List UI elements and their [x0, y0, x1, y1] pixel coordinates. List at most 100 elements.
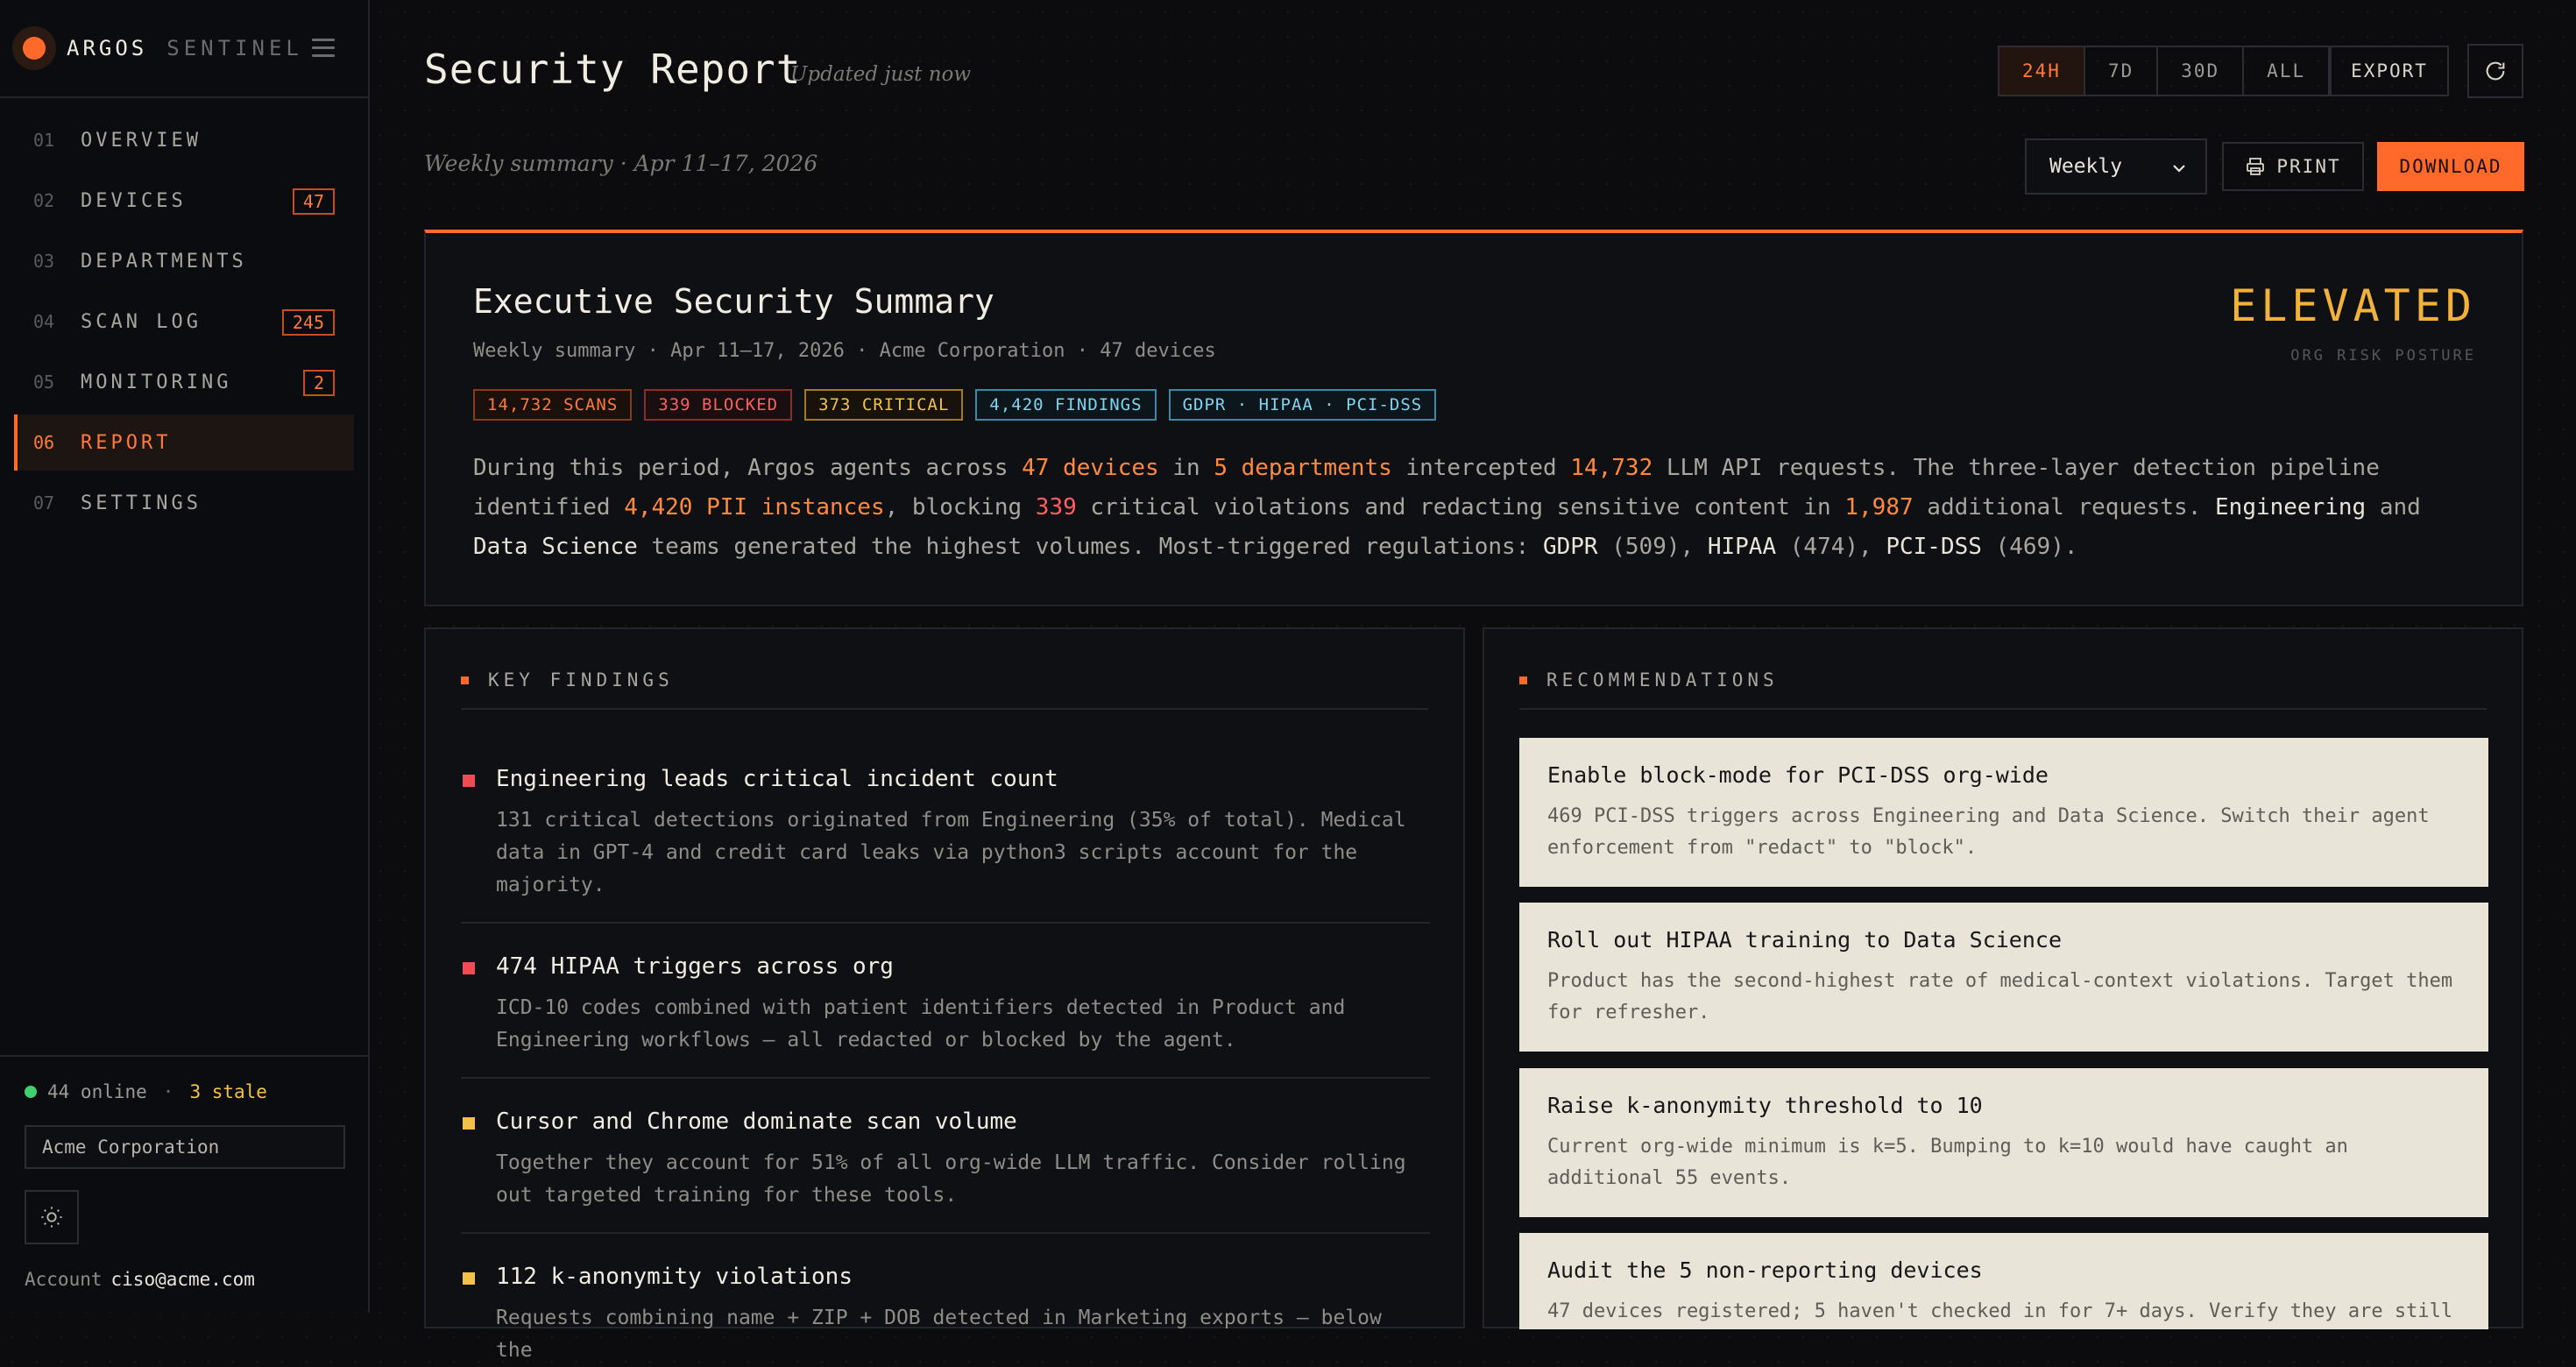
count-badge: 47: [292, 188, 335, 215]
redacted-count: 1,987: [1844, 494, 1914, 521]
bullet-icon: [461, 676, 469, 684]
regulations-tag: GDPR · HIPAA · PCI-DSS: [1168, 389, 1437, 421]
recommendation-card[interactable]: Raise k-anonymity threshold to 10 Curren…: [1519, 1068, 2488, 1217]
divider: [461, 922, 1430, 924]
sidebar-item-monitoring[interactable]: 05 MONITORING 2: [14, 354, 354, 410]
summary-text-part: (509),: [1597, 534, 1708, 560]
summary-title: Executive Security Summary: [473, 282, 994, 321]
divider: [461, 708, 1428, 710]
nav-label: OVERVIEW: [81, 129, 202, 152]
recommendation-card[interactable]: Audit the 5 non-reporting devices 47 dev…: [1519, 1233, 2488, 1329]
recommendation-body: 47 devices registered; 5 haven't checked…: [1547, 1300, 2453, 1322]
logo-icon: [12, 26, 56, 70]
sidebar-item-settings[interactable]: 07 SETTINGS: [14, 475, 354, 531]
department-name: Data Science: [473, 534, 638, 560]
recommendation-title: Roll out HIPAA training to Data Science: [1547, 927, 2062, 953]
range-all-button[interactable]: ALL: [2244, 47, 2328, 95]
summary-text-part: in: [1158, 455, 1214, 481]
blocked-tag: 339 BLOCKED: [644, 389, 793, 421]
theme-toggle-button[interactable]: [25, 1190, 79, 1244]
nav-number: 03: [33, 251, 55, 272]
finding-body: Together they account for 51% of all org…: [496, 1151, 1406, 1207]
summary-text-part: critical violations and redacting sensit…: [1076, 494, 1845, 521]
summary-text-part: (474),: [1776, 534, 1886, 560]
sidebar-item-overview[interactable]: 01 OVERVIEW: [14, 112, 354, 168]
range-7d-button[interactable]: 7D: [2085, 47, 2159, 95]
summary-text-part: teams generated the highest volumes. Mos…: [637, 534, 1543, 560]
print-button[interactable]: PRINT: [2222, 142, 2364, 191]
critical-tag: 373 CRITICAL: [804, 389, 964, 421]
updated-status: Updated just now: [790, 63, 972, 86]
period-select[interactable]: Weekly: [2025, 138, 2207, 195]
period-select-value: Weekly: [2049, 155, 2123, 178]
sidebar-item-devices[interactable]: 02 DEVICES 47: [14, 173, 354, 229]
export-button[interactable]: EXPORT: [2330, 46, 2449, 96]
recommendation-card[interactable]: Roll out HIPAA training to Data Science …: [1519, 903, 2488, 1052]
menu-icon[interactable]: [312, 39, 335, 62]
recommendations-heading: RECOMMENDATIONS: [1546, 669, 1779, 691]
sidebar-nav: 01 OVERVIEW 02 DEVICES 47 03 DEPARTMENTS…: [0, 98, 368, 531]
sidebar-item-departments[interactable]: 03 DEPARTMENTS: [14, 233, 354, 289]
department-count: 5 departments: [1214, 455, 1392, 481]
nav-number: 07: [33, 492, 55, 514]
recommendation-title: Audit the 5 non-reporting devices: [1547, 1257, 1983, 1283]
recommendation-title: Enable block-mode for PCI-DSS org-wide: [1547, 762, 2049, 788]
brand-subtitle: SENTINEL: [166, 36, 303, 60]
online-count: 44 online: [47, 1081, 147, 1102]
nav-label: SCAN LOG: [81, 310, 202, 333]
summary-meta: Weekly summary · Apr 11–17, 2026 · Acme …: [473, 340, 1216, 362]
nav-number: 06: [33, 432, 55, 453]
department-name: Engineering: [2215, 494, 2367, 521]
sidebar: ARGOS SENTINEL 01 OVERVIEW 02 DEVICES 47…: [0, 0, 370, 1313]
count-badge: 245: [281, 309, 335, 336]
print-label: PRINT: [2276, 156, 2341, 177]
recommendation-card[interactable]: Enable block-mode for PCI-DSS org-wide 4…: [1519, 738, 2488, 887]
finding-title: Cursor and Chrome dominate scan volume: [496, 1108, 1017, 1135]
device-count: 47 devices: [1022, 455, 1159, 481]
report-subtitle: Weekly summary · Apr 11–17, 2026: [424, 151, 818, 176]
divider: [1519, 708, 2487, 710]
count-badge: 2: [302, 370, 335, 396]
refresh-icon: [2486, 61, 2505, 81]
account-label: Account: [25, 1269, 103, 1290]
panel-heading: KEY FINDINGS: [461, 669, 674, 691]
refresh-button[interactable]: [2467, 44, 2523, 98]
range-30d-button[interactable]: 30D: [2158, 47, 2245, 95]
nav-label: REPORT: [81, 431, 172, 454]
organization-field[interactable]: [25, 1125, 345, 1169]
brand[interactable]: ARGOS SENTINEL: [0, 0, 368, 98]
finding-body: Requests combining name + ZIP + DOB dete…: [496, 1307, 1382, 1362]
sidebar-item-report[interactable]: 06 REPORT: [14, 414, 354, 471]
summary-tags: 14,732 SCANS 339 BLOCKED 373 CRITICAL 4,…: [473, 389, 1448, 421]
summary-text-part: intercepted: [1391, 455, 1571, 481]
key-findings-panel: KEY FINDINGS Engineering leads critical …: [424, 627, 1465, 1362]
regulation-name: PCI-DSS: [1886, 534, 1982, 560]
page-title: Security Report: [424, 46, 802, 93]
risk-level: ELEVATED: [2230, 280, 2476, 331]
request-count: 14,732: [1570, 455, 1653, 481]
nav-number: 01: [33, 130, 55, 151]
printer-icon: [2247, 158, 2265, 175]
download-button[interactable]: DOWNLOAD: [2377, 142, 2524, 191]
warning-marker-icon: [463, 1272, 475, 1285]
findings-tag: 4,420 FINDINGS: [975, 389, 1157, 421]
finding-body: 131 critical detections originated from …: [496, 809, 1406, 896]
regulation-name: HIPAA: [1707, 534, 1777, 560]
nav-label: DEVICES: [81, 189, 187, 212]
time-range-selector: 24H 7D 30D ALL: [1998, 46, 2331, 96]
chevron-down-icon: [2173, 165, 2185, 173]
stale-count: 3 stale: [189, 1081, 267, 1102]
divider: [461, 1232, 1430, 1234]
regulation-name: GDPR: [1542, 534, 1598, 560]
online-status-icon: [25, 1086, 37, 1098]
recommendation-title: Raise k-anonymity threshold to 10: [1547, 1093, 1983, 1118]
account-info: Account ciso@acme.com: [25, 1269, 255, 1290]
sidebar-item-scan-log[interactable]: 04 SCAN LOG 245: [14, 294, 354, 350]
risk-label: ORG RISK POSTURE: [2290, 347, 2476, 365]
account-email[interactable]: ciso@acme.com: [111, 1269, 255, 1290]
nav-number: 02: [33, 190, 55, 211]
range-24h-button[interactable]: 24H: [1999, 47, 2085, 95]
critical-marker-icon: [463, 775, 475, 787]
warning-marker-icon: [463, 1117, 475, 1130]
divider: [461, 1077, 1430, 1079]
